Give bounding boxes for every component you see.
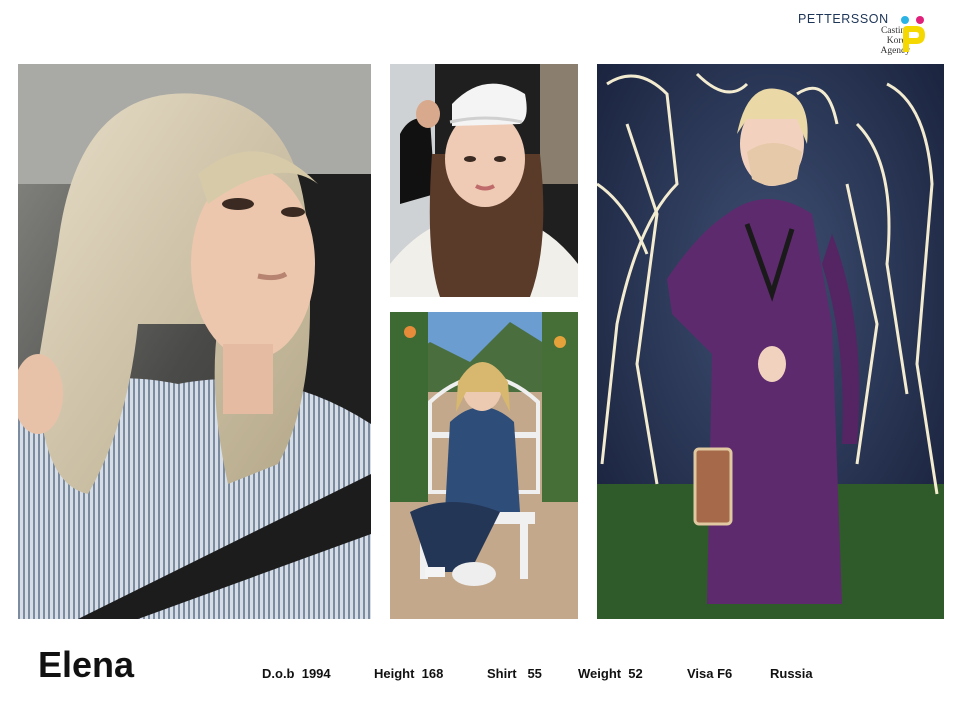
photo-portrait-car [18,64,371,619]
stat-country: Russia [770,666,813,681]
portrait-cap-selfie-icon [390,64,578,297]
portrait-purple-dress-lights-icon [597,64,944,619]
model-name: Elena [38,644,135,685]
logo-brand-name: PETTERSSON [798,12,889,26]
photo-portrait-bench [390,312,578,619]
agency-logo: PETTERSSON Casting Korea Agency [798,12,928,56]
portrait-car-selfie-icon [18,64,371,619]
stat-weight: Weight 52 [578,666,643,681]
stat-shirt: Shirt 55 [487,666,542,681]
stat-dob: D.o.b 1994 [262,666,331,681]
portrait-park-bench-icon [390,312,578,619]
logo-mark-icon [901,16,925,52]
stat-height: Height 168 [374,666,444,681]
photo-portrait-dress [597,64,944,619]
stat-visa: Visa F6 [687,666,733,681]
photo-portrait-cap [390,64,578,297]
